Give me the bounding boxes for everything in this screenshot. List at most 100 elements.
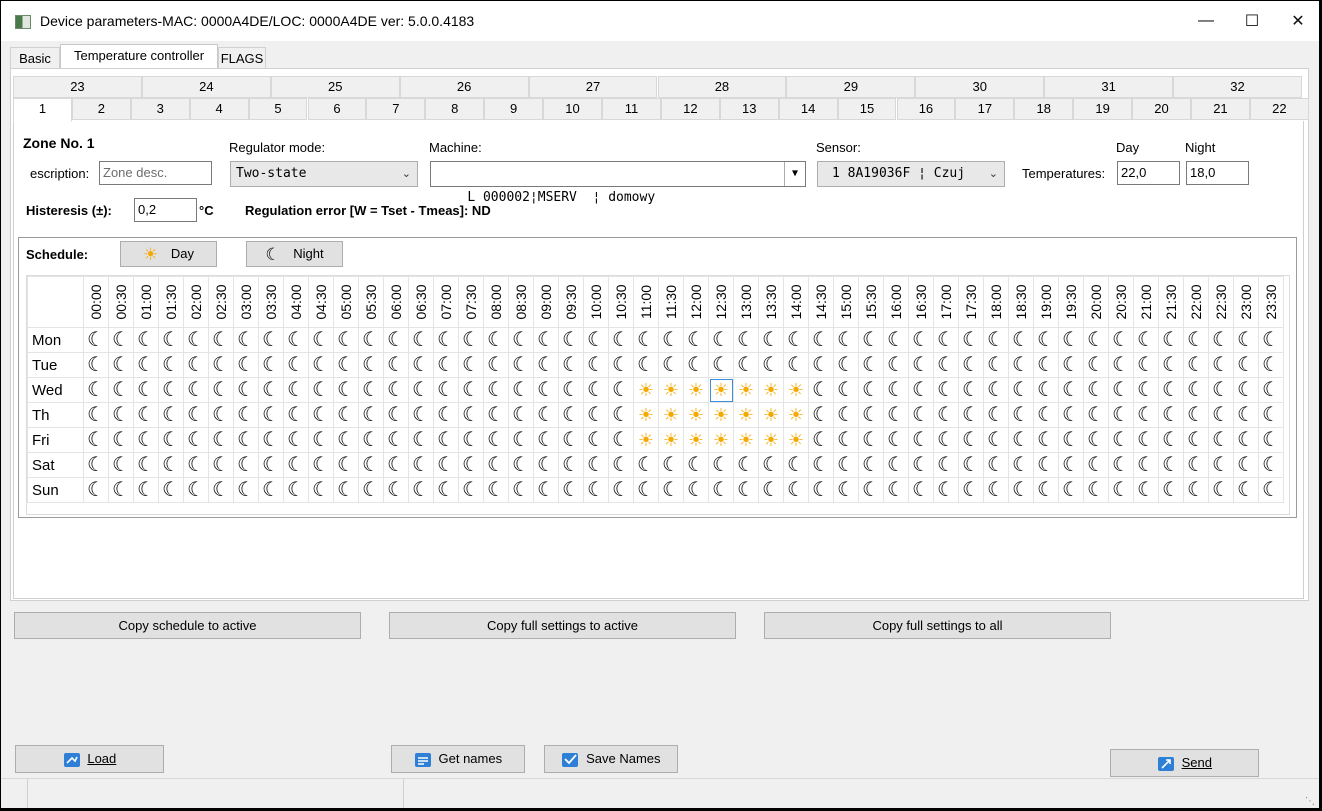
schedule-cell[interactable]: ☾: [458, 402, 484, 428]
schedule-cell[interactable]: ☾: [833, 477, 859, 503]
schedule-cell[interactable]: ☾: [533, 427, 559, 453]
schedule-cell[interactable]: ☾: [1008, 377, 1034, 403]
schedule-cell[interactable]: ☾: [83, 452, 109, 478]
schedule-cell[interactable]: ☾: [1033, 327, 1059, 353]
schedule-cell[interactable]: ☾: [208, 327, 234, 353]
schedule-cell[interactable]: ☾: [1258, 452, 1284, 478]
schedule-cell[interactable]: ☾: [158, 327, 184, 353]
schedule-cell[interactable]: ☾: [1183, 477, 1209, 503]
schedule-cell[interactable]: ☾: [483, 327, 509, 353]
schedule-cell[interactable]: ☾: [933, 452, 959, 478]
schedule-cell[interactable]: ☾: [1033, 377, 1059, 403]
schedule-cell[interactable]: ☾: [1083, 352, 1109, 378]
schedule-cell[interactable]: ☾: [808, 352, 834, 378]
schedule-cell[interactable]: ☾: [258, 402, 284, 428]
schedule-cell[interactable]: ☾: [908, 402, 934, 428]
zone-tab-26[interactable]: 26: [399, 76, 529, 98]
zone-tab-5[interactable]: 5: [248, 98, 308, 120]
schedule-cell[interactable]: ☾: [408, 477, 434, 503]
schedule-cell[interactable]: ☾: [1208, 477, 1234, 503]
schedule-cell[interactable]: ☾: [708, 477, 734, 503]
schedule-cell[interactable]: ☾: [183, 327, 209, 353]
schedule-cell[interactable]: ☾: [783, 352, 809, 378]
schedule-cell[interactable]: ☀: [733, 427, 759, 453]
schedule-cell[interactable]: ☾: [658, 477, 684, 503]
schedule-cell[interactable]: ☾: [83, 327, 109, 353]
schedule-cell[interactable]: ☾: [458, 452, 484, 478]
tab-basic[interactable]: Basic: [10, 47, 60, 69]
schedule-cell[interactable]: ☾: [508, 352, 534, 378]
schedule-cell[interactable]: ☾: [258, 427, 284, 453]
zone-tab-6[interactable]: 6: [307, 98, 367, 120]
schedule-cell[interactable]: ☾: [883, 402, 909, 428]
schedule-cell[interactable]: ☾: [1258, 477, 1284, 503]
schedule-cell[interactable]: ☾: [908, 327, 934, 353]
schedule-cell[interactable]: ☾: [1233, 352, 1259, 378]
schedule-cell[interactable]: ☾: [783, 477, 809, 503]
schedule-cell[interactable]: ☾: [383, 477, 409, 503]
schedule-cell[interactable]: ☾: [1208, 452, 1234, 478]
schedule-cell[interactable]: ☾: [358, 377, 384, 403]
zone-tab-24[interactable]: 24: [141, 76, 271, 98]
schedule-cell[interactable]: ☾: [883, 477, 909, 503]
schedule-cell[interactable]: ☾: [608, 327, 634, 353]
schedule-cell[interactable]: ☾: [1058, 452, 1084, 478]
schedule-cell[interactable]: ☀: [783, 427, 809, 453]
zone-tab-20[interactable]: 20: [1132, 98, 1191, 120]
schedule-cell[interactable]: ☾: [608, 477, 634, 503]
schedule-cell[interactable]: ☾: [808, 452, 834, 478]
schedule-cell[interactable]: ☾: [708, 452, 734, 478]
schedule-cell[interactable]: ☾: [558, 427, 584, 453]
schedule-cell[interactable]: ☾: [1158, 327, 1184, 353]
zone-tab-7[interactable]: 7: [366, 98, 426, 120]
close-button[interactable]: ✕: [1275, 1, 1319, 41]
night-temperature-input[interactable]: 18,0: [1186, 161, 1249, 185]
zone-tab-10[interactable]: 10: [543, 98, 602, 120]
copy-schedule-to-active-button[interactable]: Copy schedule to active: [14, 612, 361, 639]
schedule-cell[interactable]: ☀: [733, 402, 759, 428]
schedule-cell[interactable]: ☾: [1108, 452, 1134, 478]
schedule-cell[interactable]: ☾: [233, 452, 259, 478]
schedule-cell[interactable]: ☾: [283, 327, 309, 353]
resize-grip-icon[interactable]: ⋱: [1305, 796, 1315, 807]
schedule-cell[interactable]: ☾: [508, 477, 534, 503]
schedule-cell[interactable]: ☾: [758, 352, 784, 378]
zone-tab-17[interactable]: 17: [955, 98, 1015, 120]
schedule-cell[interactable]: ☾: [1258, 427, 1284, 453]
schedule-cell[interactable]: ☾: [483, 452, 509, 478]
schedule-cell[interactable]: ☾: [1108, 352, 1134, 378]
schedule-cell[interactable]: ☀: [658, 377, 684, 403]
schedule-cell[interactable]: ☾: [583, 352, 609, 378]
schedule-cell[interactable]: ☾: [858, 427, 884, 453]
schedule-cell[interactable]: ☾: [383, 427, 409, 453]
schedule-cell[interactable]: ☀: [708, 402, 734, 428]
tab-flags[interactable]: FLAGS: [218, 47, 266, 69]
schedule-cell[interactable]: ☀: [683, 427, 709, 453]
schedule-cell[interactable]: ☾: [1158, 352, 1184, 378]
zone-tab-2[interactable]: 2: [71, 98, 131, 120]
schedule-cell[interactable]: ☾: [208, 427, 234, 453]
schedule-cell[interactable]: ☾: [408, 352, 434, 378]
schedule-cell[interactable]: ☾: [1133, 352, 1159, 378]
schedule-cell[interactable]: ☾: [383, 327, 409, 353]
schedule-cell[interactable]: ☾: [133, 377, 159, 403]
schedule-cell[interactable]: ☾: [458, 352, 484, 378]
schedule-cell[interactable]: ☾: [1033, 427, 1059, 453]
schedule-cell[interactable]: ☾: [733, 452, 759, 478]
schedule-cell[interactable]: ☾: [158, 477, 184, 503]
schedule-cell[interactable]: ☾: [433, 352, 459, 378]
schedule-cell[interactable]: ☾: [958, 377, 984, 403]
zone-tab-15[interactable]: 15: [837, 98, 897, 120]
zone-tab-12[interactable]: 12: [660, 98, 720, 120]
schedule-cell[interactable]: ☾: [558, 352, 584, 378]
schedule-cell[interactable]: ☾: [233, 477, 259, 503]
schedule-cell[interactable]: ☀: [683, 377, 709, 403]
schedule-cell[interactable]: ☾: [83, 402, 109, 428]
schedule-cell[interactable]: ☾: [633, 452, 659, 478]
save-names-button[interactable]: Save Names: [544, 745, 678, 773]
schedule-cell[interactable]: ☾: [183, 477, 209, 503]
schedule-cell[interactable]: ☾: [133, 352, 159, 378]
schedule-cell[interactable]: ☾: [608, 377, 634, 403]
zone-tab-27[interactable]: 27: [528, 76, 658, 98]
schedule-cell[interactable]: ☾: [1108, 427, 1134, 453]
